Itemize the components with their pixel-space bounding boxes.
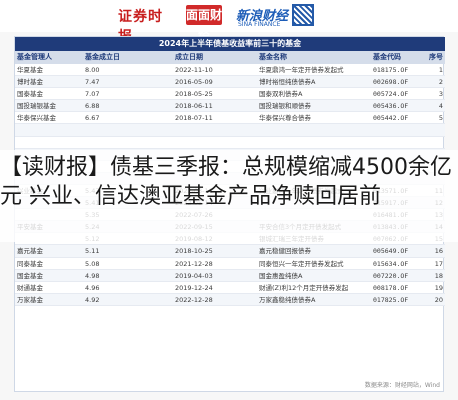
table-cell-rank: 3 — [438, 90, 443, 99]
table-header: 基金管理人 基金成立日 成立日期 基金名称 基金代码 序号 — [15, 51, 445, 64]
table-cell-manager: 国投瑞银基金 — [17, 102, 56, 111]
table-cell-date: 2019-12-24 — [175, 283, 213, 292]
table-cell-code: 007220.OF — [373, 271, 409, 280]
table-cell-code: 002698.OF — [373, 78, 409, 87]
logo-securities-times: 证券时报 — [118, 9, 163, 45]
table-cell-code: 005442.OF — [373, 114, 409, 123]
table-row — [15, 137, 445, 149]
table-cell-manager: 同泰基金 — [17, 259, 43, 268]
table-cell-date: 2016-05-09 — [175, 78, 213, 87]
table-cell-value: 6.88 — [85, 102, 100, 111]
logo-sina-finance-sub: SINA FINANCE — [238, 21, 281, 28]
table-cell-rank: 1 — [438, 66, 443, 74]
table-cell-name: 华夏鼎鸿一年定开债券发起式 — [259, 66, 344, 74]
table-cell-manager: 嘉元基金 — [17, 247, 43, 256]
table-cell-rank: 20 — [434, 295, 443, 304]
column-header: 基金管理人 — [17, 53, 52, 61]
table-cell-name: 万家鑫稳纯债债券A — [259, 295, 316, 304]
table-cell-value: 5.08 — [85, 259, 100, 268]
table-cell-value: 7.47 — [85, 78, 100, 87]
column-header: 基金代码 — [373, 53, 401, 61]
table-cell-name: 国泰双利债券A — [259, 90, 303, 99]
table-row — [15, 124, 445, 137]
article-headline[interactable]: 【读财报】债基三季报：总规模缩减4500余亿元 兴业、信达澳亚基金产品净赎回居前 — [0, 153, 458, 241]
table-cell-code: 008178.OF — [373, 283, 409, 292]
table-cell-rank: 2 — [438, 78, 443, 87]
table-cell-code: 005724.OF — [373, 90, 409, 99]
table-cell-rank: 19 — [434, 283, 443, 292]
table-cell-value: 6.67 — [85, 114, 100, 123]
logo-strip: 证券时报 面面财经 新浪财经 SINA FINANCE — [0, 0, 458, 45]
table-cell-manager: 国泰基金 — [17, 90, 43, 99]
table-cell-date: 2021-12-28 — [175, 259, 213, 268]
table-row: 国投瑞银基金 6.88 2018-06-11 国投瑞银和顺债券 005436.OF 4 — [15, 100, 445, 113]
table-row: 国泰基金 7.07 2018-05-25 国泰双利债券A 005724.OF 3 — [15, 88, 445, 101]
table-cell-rank: 17 — [434, 259, 443, 268]
table-cell-manager: 华泰保兴基金 — [17, 114, 56, 123]
table-cell-name: 国金惠盈纯债A — [259, 271, 303, 280]
column-header: 基金名称 — [259, 53, 287, 61]
logo-mianmian: 面面财经 — [186, 5, 222, 42]
table-row: 同泰基金 5.08 2021-12-28 同泰恒兴一年定开债券发起式 015634.OF… — [15, 258, 445, 270]
table-cell-value: 4.98 — [85, 271, 100, 280]
table-cell-rank: 4 — [438, 102, 443, 111]
table-cell-rank: 5 — [438, 114, 443, 123]
table-cell-date: 2019-04-03 — [175, 271, 213, 280]
column-header: 基金成立日 — [85, 53, 120, 61]
table-row: 华泰保兴基金 6.67 2018-07-11 华泰保兴尊合债券 005442.OF 5 — [15, 112, 445, 125]
qr-code-icon — [292, 4, 314, 26]
table-cell-code: 015634.OF — [373, 259, 409, 268]
table-cell-name: 博时裕恒纯债债券A — [259, 78, 316, 87]
table-cell-code: 017825.OF — [373, 295, 409, 304]
logo-sina-finance: 新浪财经 — [236, 9, 289, 24]
table-cell-date: 2018-07-11 — [175, 114, 213, 123]
table-cell-rank: 18 — [434, 271, 443, 280]
table-cell-code: 018175.OF — [373, 66, 409, 74]
table-cell-manager: 财通基金 — [17, 283, 43, 292]
table-row: 华夏基金 8.00 2022-11-10 华夏鼎鸿一年定开债券发起式 018175.OF… — [15, 64, 445, 77]
table-cell-date: 2018-05-25 — [175, 90, 213, 99]
column-header: 成立日期 — [175, 53, 203, 61]
table-cell-name: 嘉元稳健回报债券 — [259, 247, 311, 256]
table-cell-name: 同泰恒兴一年定开债券发起式 — [259, 259, 344, 268]
table-cell-value: 8.00 — [85, 66, 100, 74]
panel-title: 2024年上半年债基收益率前三十的基金 — [15, 37, 445, 51]
table-cell-date: 2018-10-25 — [175, 247, 213, 256]
table-row: 财通基金 4.96 2019-12-24 财通(Z)利12个月定开债券发起 008178… — [15, 282, 445, 294]
table-cell-date: 2022-12-28 — [175, 295, 213, 304]
table-cell-manager: 万家基金 — [17, 295, 43, 304]
table-cell-rank: 16 — [434, 247, 443, 256]
table-cell-code: 005649.OF — [373, 247, 409, 256]
table-cell-manager: 国金基金 — [17, 271, 43, 280]
table-cell-name: 财通(Z)利12个月定开债券发起 — [259, 283, 349, 292]
table-cell-name: 国投瑞银和顺债券 — [259, 102, 311, 111]
table-row: 国金基金 4.98 2019-04-03 国金惠盈纯债A 007220.OF 18 — [15, 269, 445, 282]
table-cell-value: 4.92 — [85, 295, 100, 304]
table-cell-name: 华泰保兴尊合债券 — [259, 114, 311, 123]
screenshot-canvas: 证券时报 面面财经 新浪财经 SINA FINANCE 2024年上半年债基收益… — [0, 0, 458, 400]
column-header: 序号 — [429, 53, 443, 61]
table-cell-manager: 华夏基金 — [17, 66, 43, 74]
table-row: 博时基金 7.47 2016-05-09 博时裕恒纯债债券A 002698.OF 2 — [15, 76, 445, 89]
table-cell-code: 005436.OF — [373, 102, 409, 111]
source-note: 数据来源：财经网站，Wind — [364, 382, 440, 389]
table-cell-date: 2022-11-10 — [175, 66, 213, 74]
table-cell-value: 5.11 — [85, 247, 100, 256]
table-cell-date: 2018-06-11 — [175, 102, 213, 111]
table-cell-value: 7.07 — [85, 90, 100, 99]
table-row: 万家基金 4.92 2022-12-28 万家鑫稳纯债债券A 017825.OF 20 — [15, 293, 445, 306]
table-cell-value: 4.96 — [85, 283, 100, 292]
table-cell-manager: 博时基金 — [17, 78, 43, 87]
table-row: 嘉元基金 5.11 2018-10-25 嘉元稳健回报债券 005649.OF 16 — [15, 245, 445, 258]
